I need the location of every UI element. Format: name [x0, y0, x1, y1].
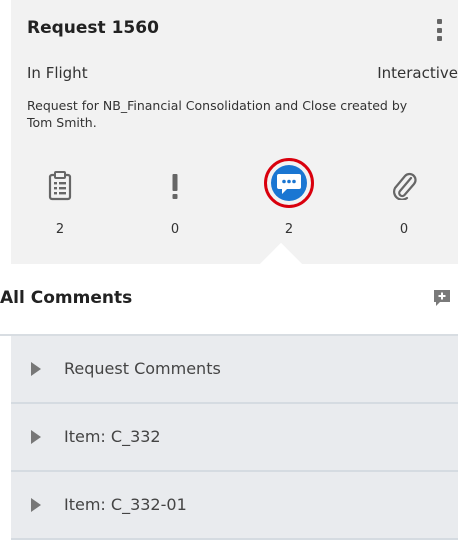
section-request-comments[interactable]: Request Comments — [11, 336, 458, 404]
stat-issues[interactable]: 0 — [145, 166, 205, 237]
section-item-c332-01[interactable]: Item: C_332-01 — [11, 472, 458, 540]
expand-arrow-icon — [31, 362, 41, 376]
comments-header: All Comments — [0, 264, 458, 336]
section-label: Item: C_332-01 — [64, 495, 187, 514]
section-label: Request Comments — [64, 359, 221, 378]
expand-arrow-icon — [31, 498, 41, 512]
request-card: Request 1560 In Flight Interactive Reque… — [11, 0, 458, 264]
items-count: 2 — [55, 222, 65, 237]
request-status: In Flight — [27, 64, 88, 82]
section-item-c332[interactable]: Item: C_332 — [11, 404, 458, 472]
comments-title: All Comments — [0, 288, 133, 308]
paperclip-icon — [374, 166, 434, 206]
clipboard-icon — [30, 166, 90, 206]
expand-arrow-icon — [31, 430, 41, 444]
stat-items[interactable]: 2 — [30, 166, 90, 237]
attachments-count: 0 — [399, 222, 409, 237]
request-description: Request for NB_Financial Consolidation a… — [27, 98, 408, 130]
stat-comments[interactable]: 2 — [259, 158, 319, 237]
comment-icon — [259, 158, 319, 208]
more-options-icon[interactable] — [436, 19, 442, 41]
add-comment-icon[interactable] — [432, 288, 452, 308]
exclamation-icon — [145, 166, 205, 206]
issues-count: 0 — [170, 222, 180, 237]
section-label: Item: C_332 — [64, 427, 161, 446]
request-mode: Interactive — [377, 64, 458, 82]
stat-attachments[interactable]: 0 — [374, 166, 434, 237]
request-title: Request 1560 — [27, 18, 159, 38]
comments-count: 2 — [284, 222, 294, 237]
